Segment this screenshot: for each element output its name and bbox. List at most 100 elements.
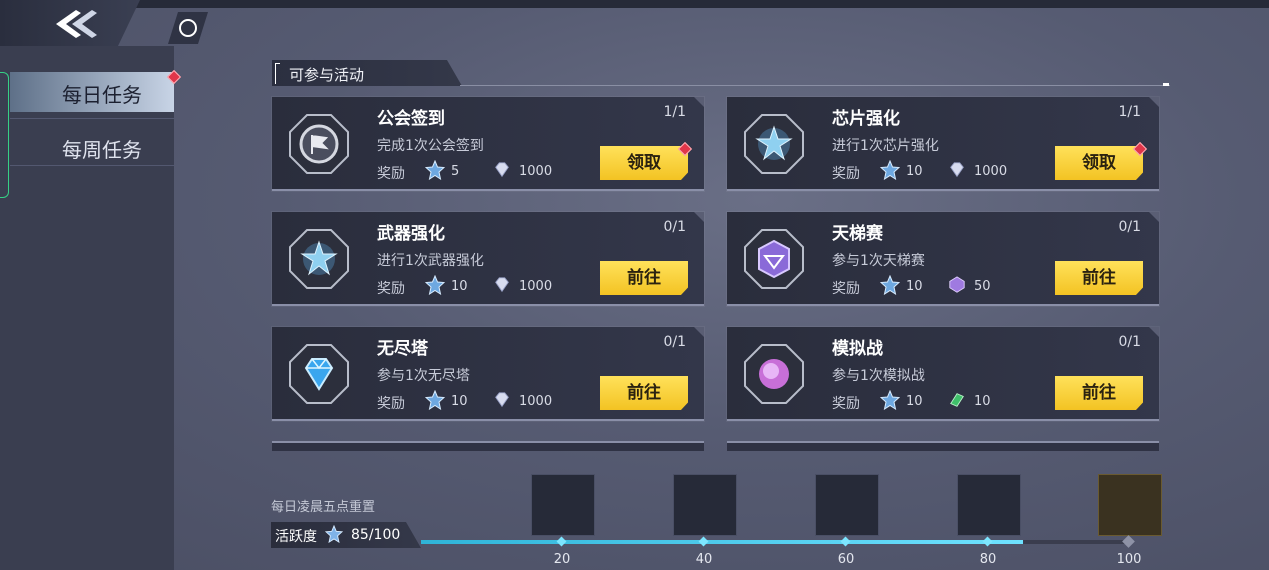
milestone-node xyxy=(840,536,851,547)
reward-label: 奖励 xyxy=(832,166,860,182)
activity-star-icon xyxy=(880,160,900,180)
reward-activity-value: 10 xyxy=(451,394,468,409)
milestone-label: 20 xyxy=(553,552,571,567)
chest-reward[interactable] xyxy=(673,474,737,536)
milestone-label: 100 xyxy=(1116,552,1142,567)
top-bar xyxy=(0,0,1269,8)
activity-star-icon xyxy=(425,390,445,410)
milestone-node xyxy=(982,536,993,547)
simulation-puzzle-icon xyxy=(744,344,804,404)
divider xyxy=(10,165,174,166)
task-title: 芯片强化 xyxy=(832,109,900,129)
activity-star-icon xyxy=(425,160,445,180)
diamond-icon xyxy=(495,277,509,293)
task-title: 公会签到 xyxy=(377,109,445,129)
reward-item-value: 1000 xyxy=(519,164,553,179)
task-card: 模拟战 0/1 参与1次模拟战 奖励 10 10 前往 xyxy=(727,327,1159,421)
milestone-label: 80 xyxy=(979,552,997,567)
go-button[interactable]: 前往 xyxy=(600,261,688,295)
task-card: 武器强化 0/1 进行1次武器强化 奖励 10 1000 前往 xyxy=(272,212,704,306)
chest-reward[interactable] xyxy=(531,474,595,536)
activity-progress-fill xyxy=(421,540,1023,544)
card-corner xyxy=(694,327,704,337)
task-card-partial xyxy=(727,441,1159,451)
task-card: 无尽塔 0/1 参与1次无尽塔 奖励 10 1000 前往 xyxy=(272,327,704,421)
reset-note: 每日凌晨五点重置 xyxy=(271,500,376,515)
activity-value: 85/100 xyxy=(351,527,401,543)
green-ticket-icon xyxy=(950,393,964,407)
task-card: 公会签到 1/1 完成1次公会签到 奖励 5 1000 领取 xyxy=(272,97,704,191)
task-description: 进行1次芯片强化 xyxy=(832,138,939,154)
task-description: 进行1次武器强化 xyxy=(377,253,484,269)
reward-label: 奖励 xyxy=(377,281,405,297)
activity-star-icon xyxy=(880,275,900,295)
ladder-crystal-icon xyxy=(744,229,804,289)
card-corner xyxy=(1149,327,1159,337)
activity-tag: 活跃度 85/100 xyxy=(271,522,421,548)
activity-progress-bar xyxy=(421,540,1129,544)
task-card: 天梯赛 0/1 参与1次天梯赛 奖励 10 50 前往 xyxy=(727,212,1159,306)
milestone-node xyxy=(1122,535,1135,548)
milestone-label: 60 xyxy=(837,552,855,567)
reward-activity-value: 10 xyxy=(906,164,923,179)
back-arrow-icon[interactable] xyxy=(50,8,100,40)
diamond-icon xyxy=(495,392,509,408)
reward-label: 奖励 xyxy=(377,166,405,182)
task-title: 模拟战 xyxy=(832,339,883,359)
task-progress: 1/1 xyxy=(1118,104,1141,120)
gold-chest-reward[interactable] xyxy=(1098,474,1162,536)
chest-reward[interactable] xyxy=(957,474,1021,536)
go-button[interactable]: 前往 xyxy=(1055,261,1143,295)
go-button[interactable]: 前往 xyxy=(600,376,688,410)
task-progress: 1/1 xyxy=(663,104,686,120)
tab-label: 每周任务 xyxy=(62,138,142,162)
task-progress: 0/1 xyxy=(663,219,686,235)
reward-item-value: 1000 xyxy=(519,394,553,409)
section-header: 可参与活动 xyxy=(272,60,462,86)
task-card-partial xyxy=(272,441,704,451)
activity-label: 活跃度 xyxy=(275,529,317,545)
section-tick xyxy=(1163,83,1169,86)
section-line xyxy=(460,85,1170,86)
weapon-star-icon xyxy=(289,229,349,289)
reward-label: 奖励 xyxy=(377,396,405,412)
milestone-label: 40 xyxy=(695,552,713,567)
target-button[interactable] xyxy=(168,12,208,44)
tab-weekly-tasks[interactable]: 每周任务 xyxy=(10,127,174,167)
sidebar xyxy=(0,46,174,570)
reward-label: 奖励 xyxy=(832,281,860,297)
task-title: 武器强化 xyxy=(377,224,445,244)
go-button[interactable]: 前往 xyxy=(1055,376,1143,410)
claim-button[interactable]: 领取 xyxy=(1055,146,1143,180)
task-description: 参与1次无尽塔 xyxy=(377,368,470,384)
task-title: 无尽塔 xyxy=(377,339,428,359)
reward-item-value: 50 xyxy=(974,279,991,294)
milestone-node xyxy=(698,536,709,547)
bracket-decor xyxy=(275,63,280,84)
task-description: 参与1次模拟战 xyxy=(832,368,925,384)
section-title: 可参与活动 xyxy=(289,66,365,84)
diamond-icon xyxy=(495,162,509,178)
activity-star-icon xyxy=(325,525,343,543)
task-progress: 0/1 xyxy=(1118,219,1141,235)
card-corner xyxy=(694,212,704,222)
guild-flag-icon xyxy=(289,114,349,174)
tab-label: 每日任务 xyxy=(62,83,142,107)
reward-item-value: 1000 xyxy=(519,279,553,294)
target-icon xyxy=(179,19,197,37)
tab-daily-tasks[interactable]: 每日任务 xyxy=(10,72,174,112)
chest-reward[interactable] xyxy=(815,474,879,536)
claim-button[interactable]: 领取 xyxy=(600,146,688,180)
activity-star-icon xyxy=(425,275,445,295)
task-progress: 0/1 xyxy=(1118,334,1141,350)
reward-item-value: 1000 xyxy=(974,164,1008,179)
sidebar-accent xyxy=(0,72,9,198)
task-description: 完成1次公会签到 xyxy=(377,138,484,154)
task-title: 天梯赛 xyxy=(832,224,883,244)
reward-label: 奖励 xyxy=(832,396,860,412)
divider xyxy=(10,118,174,119)
reward-activity-value: 5 xyxy=(451,164,460,179)
card-corner xyxy=(1149,97,1159,107)
blue-diamond-icon xyxy=(289,344,349,404)
reward-activity-value: 10 xyxy=(906,394,923,409)
